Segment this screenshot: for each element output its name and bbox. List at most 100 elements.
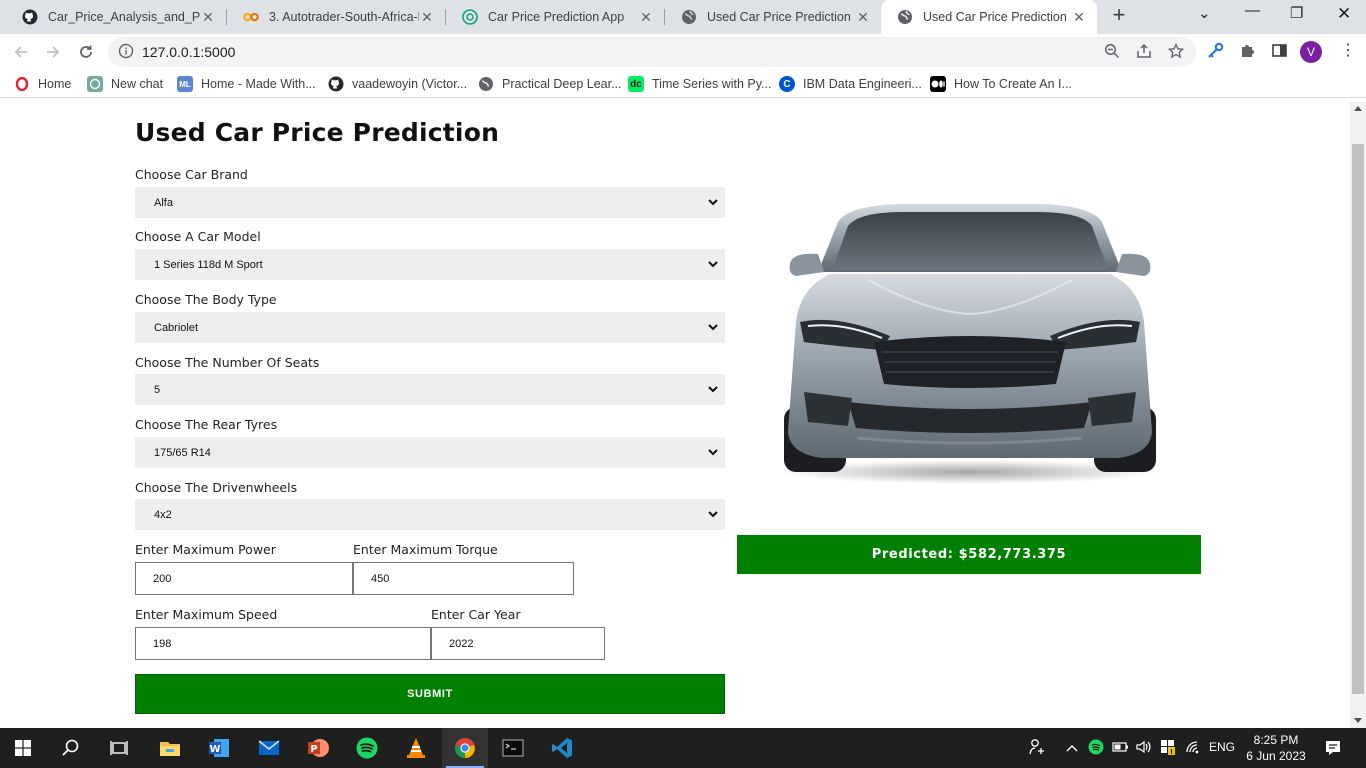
close-tab-icon[interactable]: ✕ <box>638 9 654 26</box>
extension-key-icon[interactable] <box>1206 42 1224 64</box>
security-shield-icon[interactable]: ! <box>1159 738 1177 759</box>
bookmark-item[interactable]: New chat <box>87 76 163 92</box>
coursera-icon: C <box>779 76 795 92</box>
max-power-value: 200 <box>153 572 172 585</box>
bookmark-item[interactable]: vaadewoyin (Victor... <box>328 76 467 92</box>
language-indicator[interactable]: ENG <box>1209 740 1235 754</box>
max-torque-value: 450 <box>371 572 390 585</box>
bookmark-item[interactable]: C IBM Data Engineeri... <box>779 76 922 92</box>
battery-icon[interactable] <box>1112 740 1130 757</box>
browser-tab[interactable]: Car_Price_Analysis_and_Predi ✕ <box>6 0 226 34</box>
browser-tab[interactable]: Car Price Prediction App ✕ <box>446 0 664 34</box>
driven-wheels-select[interactable]: 4x2 <box>135 499 725 530</box>
close-tab-icon[interactable]: ✕ <box>1071 9 1087 26</box>
seats-value: 5 <box>154 383 161 396</box>
wifi-icon[interactable] <box>1185 740 1201 757</box>
spotify-tray-icon[interactable] <box>1088 739 1104 758</box>
tab-title: Car Price Prediction App <box>488 10 625 24</box>
vlc-icon[interactable] <box>393 728 439 768</box>
zoom-icon[interactable] <box>1104 43 1120 63</box>
max-power-input[interactable]: 200 <box>135 562 353 595</box>
car-year-input[interactable]: 2022 <box>431 627 605 660</box>
seats-select[interactable]: 5 <box>135 374 725 405</box>
bookmark-item[interactable]: Home <box>14 76 71 92</box>
browser-toolbar: 127.0.0.1:5000 V ⋮ <box>0 34 1366 70</box>
driven-wheels-label: Choose The Drivenwheels <box>135 480 298 495</box>
notifications-icon[interactable] <box>1324 739 1342 760</box>
close-tab-icon[interactable]: ✕ <box>855 9 871 26</box>
word-icon[interactable]: W <box>196 728 242 768</box>
close-tab-icon[interactable]: ✕ <box>419 9 435 26</box>
mail-icon[interactable] <box>246 728 292 768</box>
bookmark-item[interactable]: Practical Deep Lear... <box>478 76 622 92</box>
bookmark-label: Home <box>38 77 72 91</box>
browser-tab[interactable]: Used Car Price Prediction ✕ <box>665 0 881 34</box>
bookmark-item[interactable]: ML Home - Made With... <box>177 76 316 92</box>
svg-text:P: P <box>310 744 317 755</box>
site-info-icon[interactable] <box>118 43 134 64</box>
bookmark-star-icon[interactable] <box>1167 42 1185 63</box>
minimize-icon[interactable]: — <box>1245 2 1260 19</box>
tab-title: Used Car Price Prediction <box>707 10 851 24</box>
extensions-puzzle-icon[interactable] <box>1239 42 1256 63</box>
max-speed-input[interactable]: 198 <box>135 627 431 660</box>
chatgpt-icon <box>87 76 103 92</box>
car-model-select[interactable]: 1 Series 118d M Sport <box>135 249 725 280</box>
task-view-icon[interactable] <box>96 728 142 768</box>
body-type-select[interactable]: Cabriolet <box>135 312 725 343</box>
tab-search-icon[interactable]: ⌄ <box>1198 4 1211 22</box>
scroll-up-icon[interactable] <box>1354 106 1362 111</box>
show-hidden-icons[interactable] <box>1066 741 1078 755</box>
bookmark-item[interactable]: How To Create An I... <box>930 76 1072 92</box>
scroll-down-icon[interactable] <box>1354 718 1362 723</box>
browser-tab-active[interactable]: Used Car Price Prediction ✕ <box>881 0 1097 34</box>
windows-start-icon[interactable] <box>0 728 46 768</box>
close-tab-icon[interactable]: ✕ <box>200 9 216 26</box>
terminal-icon[interactable] <box>490 728 536 768</box>
submit-button[interactable]: SUBMIT <box>135 674 725 714</box>
restore-icon[interactable]: ❐ <box>1290 4 1303 22</box>
system-clock[interactable]: 8:25 PM 6 Jun 2023 <box>1240 732 1312 764</box>
chevron-down-icon <box>708 386 718 393</box>
globe-icon <box>478 76 494 92</box>
colab-icon <box>243 9 259 25</box>
madewith-icon: ML <box>177 76 193 92</box>
volume-icon[interactable] <box>1135 739 1153 758</box>
close-window-icon[interactable]: ✕ <box>1337 4 1351 24</box>
page-scrollbar[interactable] <box>1350 102 1366 728</box>
search-icon[interactable] <box>48 728 94 768</box>
tab-title: 3. Autotrader-South-Africa-P <box>269 10 419 24</box>
max-torque-input[interactable]: 450 <box>353 562 574 595</box>
rear-tyres-select[interactable]: 175/65 R14 <box>135 437 725 468</box>
spotify-icon[interactable] <box>344 728 390 768</box>
people-icon[interactable] <box>1029 738 1045 759</box>
side-panel-icon[interactable] <box>1271 42 1288 63</box>
vscode-icon[interactable] <box>539 728 585 768</box>
chrome-icon[interactable] <box>442 728 488 768</box>
clock-time: 8:25 PM <box>1253 733 1299 747</box>
github-icon <box>22 9 38 25</box>
body-type-label: Choose The Body Type <box>135 292 277 307</box>
browser-tab[interactable]: 3. Autotrader-South-Africa-P ✕ <box>227 0 445 34</box>
bookmark-item[interactable]: dc Time Series with Py... <box>628 76 771 92</box>
address-bar[interactable]: 127.0.0.1:5000 <box>108 37 1196 67</box>
back-icon[interactable] <box>10 41 32 63</box>
car-brand-select[interactable]: Alfa <box>135 187 725 218</box>
new-tab-button[interactable]: + <box>1108 4 1130 27</box>
bookmark-label: Practical Deep Lear... <box>502 77 622 91</box>
globe-icon <box>681 9 697 25</box>
forward-icon[interactable] <box>42 41 64 63</box>
page-title: Used Car Price Prediction <box>135 118 500 147</box>
profile-avatar[interactable]: V <box>1300 41 1322 63</box>
bookmark-label: vaadewoyin (Victor... <box>352 77 468 91</box>
tab-strip: Car_Price_Analysis_and_Predi ✕ 3. Autotr… <box>0 0 1366 34</box>
body-type-value: Cabriolet <box>154 321 199 334</box>
powerpoint-icon[interactable]: P <box>295 728 341 768</box>
file-explorer-icon[interactable] <box>147 728 193 768</box>
menu-kebab-icon[interactable]: ⋮ <box>1340 40 1356 60</box>
car-model-value: 1 Series 118d M Sport <box>154 258 263 271</box>
reload-icon[interactable] <box>75 41 97 63</box>
scrollbar-thumb[interactable] <box>1352 144 1364 694</box>
share-icon[interactable] <box>1136 43 1152 63</box>
chevron-down-icon <box>708 199 718 206</box>
